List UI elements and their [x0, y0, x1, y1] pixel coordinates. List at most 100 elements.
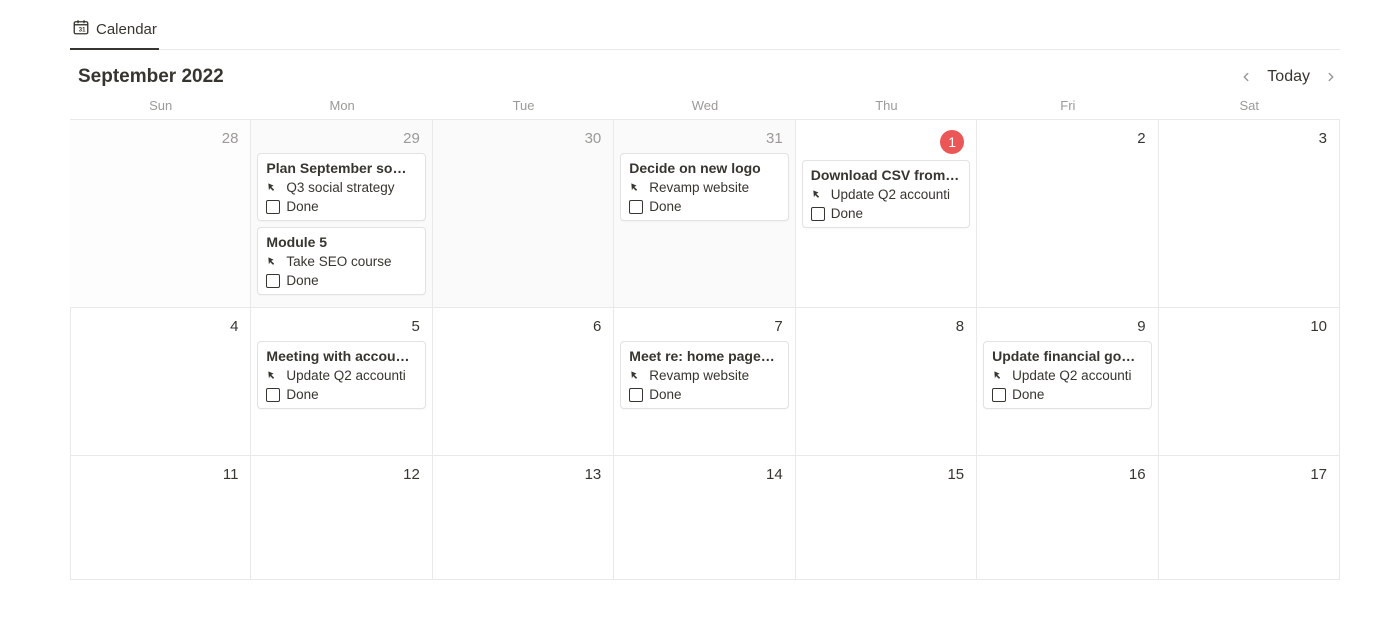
done-label: Done [286, 199, 318, 214]
calendar-cell[interactable]: 4 [70, 308, 251, 456]
event-done-row: Done [992, 387, 1142, 402]
event-parent: Take SEO course [266, 254, 416, 269]
calendar-cell[interactable]: 2 [977, 120, 1158, 308]
prev-month-button[interactable] [1237, 68, 1255, 86]
day-number: 30 [439, 126, 607, 153]
calendar-cell[interactable]: 31Decide on new logoRevamp websiteDone [614, 120, 795, 308]
done-label: Done [649, 199, 681, 214]
day-number: 29 [257, 126, 425, 153]
done-label: Done [286, 387, 318, 402]
event-done-row: Done [266, 273, 416, 288]
checkbox-icon[interactable] [266, 200, 280, 214]
dow-tue: Tue [433, 98, 614, 113]
event-parent: Q3 social strategy [266, 180, 416, 195]
event-parent-label: Update Q2 accounti [1012, 368, 1131, 383]
dow-sun: Sun [70, 98, 251, 113]
event-card[interactable]: Download CSV from… Update Q2 accounti Done [802, 160, 970, 228]
event-done-row: Done [266, 387, 416, 402]
done-label: Done [831, 206, 863, 221]
calendar-cell[interactable]: 17 [1159, 456, 1340, 580]
calendar-cell[interactable]: 29Plan September so…Q3 social strategyDo… [251, 120, 432, 308]
calendar-cell[interactable]: 6 [433, 308, 614, 456]
calendar-cell[interactable]: 28 [70, 120, 251, 308]
tab-calendar[interactable]: 31 Calendar [70, 14, 159, 50]
day-number: 15 [802, 462, 970, 489]
day-number: 28 [76, 126, 244, 153]
event-card[interactable]: Decide on new logo Revamp website Done [620, 153, 788, 221]
day-number: 7 [620, 314, 788, 341]
done-label: Done [1012, 387, 1044, 402]
event-card[interactable]: Meet re: home page…Revamp websiteDone [620, 341, 788, 409]
day-number: 10 [1165, 314, 1333, 341]
calendar-header: September 2022 Today [70, 50, 1340, 98]
cursor-icon [266, 181, 280, 195]
event-parent-label: Update Q2 accounti [831, 187, 950, 202]
tab-calendar-label: Calendar [96, 21, 157, 38]
event-parent: Update Q2 accounti [811, 187, 961, 202]
event-card[interactable]: Meeting with accou…Update Q2 accountiDon… [257, 341, 425, 409]
today-button[interactable]: Today [1267, 68, 1310, 86]
calendar-cell[interactable]: 30 [433, 120, 614, 308]
next-month-button[interactable] [1322, 68, 1340, 86]
event-done-row: Done [266, 199, 416, 214]
event-title: Module 5 [266, 234, 416, 250]
month-title: September 2022 [78, 66, 224, 88]
day-of-week-header: Sun Mon Tue Wed Thu Fri Sat [70, 98, 1340, 119]
event-card[interactable]: Module 5 Take SEO course Done [257, 227, 425, 295]
calendar-cell[interactable]: 8 [796, 308, 977, 456]
checkbox-icon[interactable] [992, 388, 1006, 402]
done-label: Done [649, 387, 681, 402]
event-title: Decide on new logo [629, 160, 779, 176]
calendar-nav: Today [1237, 68, 1340, 86]
day-number: 12 [257, 462, 425, 489]
event-done-row: Done [629, 199, 779, 214]
day-number: 17 [1165, 462, 1333, 489]
event-done-row: Done [629, 387, 779, 402]
event-title: Update financial go… [992, 348, 1142, 364]
calendar-icon: 31 [72, 18, 90, 40]
event-parent: Revamp website [629, 180, 779, 195]
calendar-cell[interactable]: 5Meeting with accou…Update Q2 accountiDo… [251, 308, 432, 456]
calendar-cell[interactable]: 3 [1159, 120, 1340, 308]
cursor-icon [629, 369, 643, 383]
cursor-icon [629, 181, 643, 195]
event-title: Meeting with accou… [266, 348, 416, 364]
calendar-cell[interactable]: 12 [251, 456, 432, 580]
cursor-icon [811, 188, 825, 202]
event-parent-label: Q3 social strategy [286, 180, 394, 195]
checkbox-icon[interactable] [266, 274, 280, 288]
day-number: 9 [983, 314, 1151, 341]
cursor-icon [266, 369, 280, 383]
calendar-cell[interactable]: 13 [433, 456, 614, 580]
checkbox-icon[interactable] [629, 200, 643, 214]
dow-wed: Wed [614, 98, 795, 113]
day-number: 14 [620, 462, 788, 489]
event-done-row: Done [811, 206, 961, 221]
checkbox-icon[interactable] [811, 207, 825, 221]
svg-text:31: 31 [79, 28, 86, 34]
day-number: 8 [802, 314, 970, 341]
calendar-cell[interactable]: 10 [1159, 308, 1340, 456]
checkbox-icon[interactable] [629, 388, 643, 402]
done-label: Done [286, 273, 318, 288]
calendar-cell[interactable]: 16 [977, 456, 1158, 580]
calendar-cell[interactable]: 7Meet re: home page…Revamp websiteDone [614, 308, 795, 456]
event-title: Download CSV from… [811, 167, 961, 183]
event-parent-label: Take SEO course [286, 254, 391, 269]
calendar-cell[interactable]: 9 Update financial go… Update Q2 accounti D… [977, 308, 1158, 456]
cursor-icon [266, 255, 280, 269]
cursor-icon [992, 369, 1006, 383]
day-number: 4 [77, 314, 244, 341]
dow-thu: Thu [796, 98, 977, 113]
dow-mon: Mon [251, 98, 432, 113]
day-number: 13 [439, 462, 607, 489]
calendar-cell[interactable]: 15 [796, 456, 977, 580]
event-card[interactable]: Plan September so…Q3 social strategyDone [257, 153, 425, 221]
checkbox-icon[interactable] [266, 388, 280, 402]
event-card[interactable]: Update financial go… Update Q2 accounti Do… [983, 341, 1151, 409]
calendar-cell[interactable]: 14 [614, 456, 795, 580]
calendar-cell[interactable]: 1Download CSV from…Update Q2 accountiDon… [796, 120, 977, 308]
calendar-cell[interactable]: 11 [70, 456, 251, 580]
event-parent: Revamp website [629, 368, 779, 383]
event-parent: Update Q2 accounti [992, 368, 1142, 383]
